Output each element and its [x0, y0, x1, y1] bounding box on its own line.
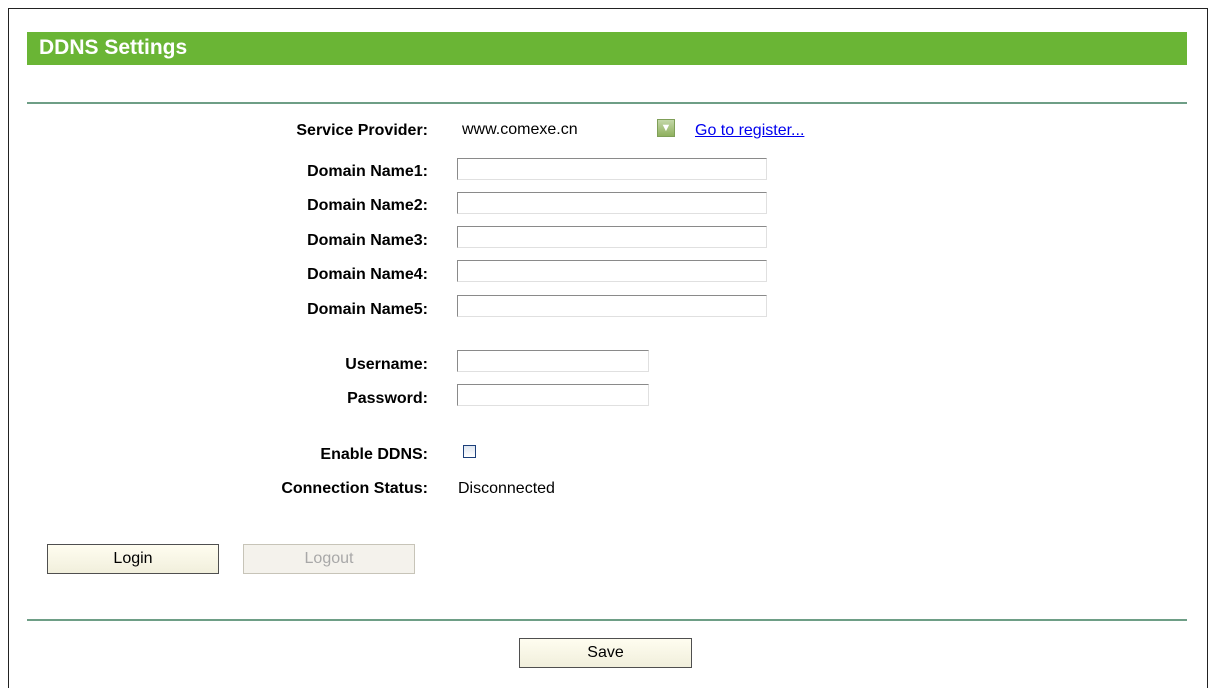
username-label: Username: [345, 356, 428, 373]
bottom-divider [27, 619, 1187, 621]
domain-name4-label: Domain Name4: [307, 266, 428, 283]
domain-name3-label: Domain Name3: [307, 232, 428, 249]
login-button[interactable]: Login [47, 544, 219, 574]
domain-name4-input[interactable] [457, 260, 767, 282]
domain-name5-label: Domain Name5: [307, 301, 428, 318]
service-provider-select[interactable]: www.comexe.cn ▼ [457, 117, 680, 143]
enable-ddns-checkbox[interactable] [463, 445, 476, 458]
domain-name1-label: Domain Name1: [307, 163, 428, 180]
username-input[interactable] [457, 350, 649, 372]
enable-ddns-label: Enable DDNS: [320, 446, 428, 463]
password-label: Password: [347, 390, 428, 407]
password-input[interactable] [457, 384, 649, 406]
title-bar: DDNS Settings [27, 32, 1187, 65]
domain-name1-input[interactable] [457, 158, 767, 180]
page-title: DDNS Settings [39, 36, 188, 59]
connection-status-value: Disconnected [458, 480, 555, 497]
domain-name3-input[interactable] [457, 226, 767, 248]
connection-status-label: Connection Status: [281, 480, 428, 497]
logout-button: Logout [243, 544, 415, 574]
domain-name2-label: Domain Name2: [307, 197, 428, 214]
chevron-down-icon[interactable]: ▼ [657, 119, 675, 137]
register-link[interactable]: Go to register... [695, 122, 804, 140]
page-frame [8, 8, 1208, 688]
domain-name2-input[interactable] [457, 192, 767, 214]
service-provider-label: Service Provider: [296, 122, 428, 139]
save-button[interactable]: Save [519, 638, 692, 668]
service-provider-value: www.comexe.cn [462, 121, 578, 138]
top-divider [27, 102, 1187, 104]
domain-name5-input[interactable] [457, 295, 767, 317]
